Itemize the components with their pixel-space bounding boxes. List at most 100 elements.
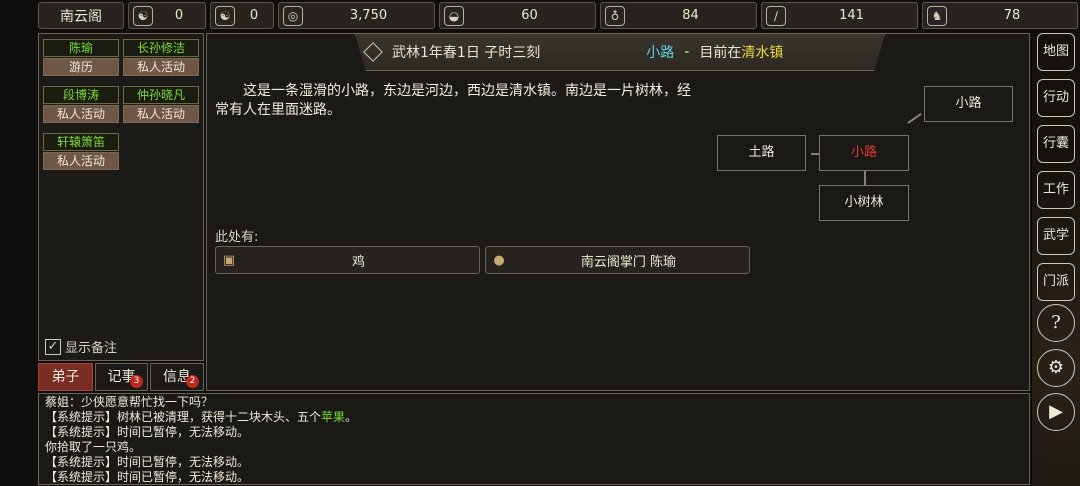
gourd-icon: ♁	[605, 5, 625, 26]
entity-person-button[interactable]: ● 南云阁掌门 陈瑜	[485, 246, 750, 274]
tab-events[interactable]: 记事 3	[95, 363, 148, 391]
action-button[interactable]: 行动	[1037, 79, 1075, 117]
resource-slot-medicine[interactable]: ♁ 84	[600, 2, 757, 29]
food-bowl-icon: ◒	[444, 5, 464, 26]
disciple-name: 陈瑜	[43, 39, 119, 57]
disciple-name: 长孙修洁	[123, 39, 199, 57]
sect-name-button[interactable]: 南云阁	[38, 2, 124, 29]
wood-log-icon: ∕	[766, 5, 786, 26]
martial-arts-button[interactable]: 武学	[1037, 217, 1075, 255]
entity-label: 南云阁掌门 陈瑜	[580, 254, 677, 270]
map-node-northeast[interactable]: 小路	[924, 86, 1013, 122]
beast-icon: ♞	[927, 5, 947, 26]
disciple-status: 私人活动	[123, 105, 199, 123]
show-notes-label: 显示备注	[65, 341, 118, 356]
action-icon: 行动	[1042, 90, 1069, 105]
coin-icon: ◎	[283, 5, 303, 26]
sect-icon: 门派	[1042, 274, 1069, 289]
current-prefix: 目前在	[699, 45, 742, 61]
map-node-current: 小路	[819, 135, 909, 171]
log-line: 【系统提示】树林已被清理，获得十二块木头、五个苹果。	[45, 410, 1023, 425]
disciple-panel: 陈瑜 游历 长孙修洁 私人活动 段博涛 私人活动 仲孙晓凡 私人活动 轩辕箫笛 …	[38, 33, 204, 361]
resource-value: 0	[174, 8, 184, 23]
message-log[interactable]: 蔡姐：少侠愿意帮忙找一下吗？ 【系统提示】树林已被清理，获得十二块木头、五个苹果…	[38, 393, 1030, 485]
disciple-card[interactable]: 陈瑜 游历	[43, 39, 119, 76]
log-highlight: 苹果	[321, 410, 346, 424]
disciple-status: 游历	[43, 58, 119, 76]
log-line: 你拾取了一只鸡。	[45, 440, 142, 454]
notification-badge: 3	[130, 375, 143, 388]
log-line: 【系统提示】时间已暂停，无法移动。	[45, 425, 250, 439]
entity-label: 鸡	[351, 254, 365, 270]
resource-slot-food[interactable]: ◒ 60	[439, 2, 596, 29]
disciple-card[interactable]: 轩辕箫笛 私人活动	[43, 133, 119, 170]
here-label: 此处有:	[215, 230, 259, 245]
scroll-emblem-icon: ☯	[133, 5, 153, 26]
item-box-icon: ▣	[222, 252, 236, 268]
sect-name: 南云阁	[60, 8, 102, 25]
resource-slot-wood[interactable]: ∕ 141	[761, 2, 918, 29]
disciple-status: 私人活动	[123, 58, 199, 76]
play-button[interactable]: ▶	[1037, 393, 1075, 431]
settings-gear-icon: ⚙	[1047, 357, 1065, 378]
map-icon: 地图	[1042, 44, 1069, 59]
location-name: 小路	[646, 45, 675, 61]
notification-badge: 2	[186, 375, 199, 388]
show-notes-toggle[interactable]: ✓ 显示备注	[45, 337, 117, 356]
work-button[interactable]: 工作	[1037, 171, 1075, 209]
log-line: 【系统提示】时间已暂停，无法移动。	[45, 455, 250, 469]
entity-item-button[interactable]: ▣ 鸡	[215, 246, 480, 274]
log-quest-line[interactable]: 蔡姐：少侠愿意帮忙找一下吗？	[45, 395, 1023, 410]
map-node-south[interactable]: 小树林	[819, 185, 909, 221]
martial-icon: 武学	[1042, 228, 1069, 243]
log-text: 。	[345, 410, 358, 424]
play-icon: ▶	[1049, 401, 1063, 422]
resource-value: 141	[839, 8, 864, 23]
resource-value: 78	[1003, 8, 1021, 23]
location-panel: 武林1年春1日 子时三刻 小路 - 目前在 清水镇 这是一条湿滑的小路，东边是河…	[206, 33, 1030, 391]
resource-slot-beast[interactable]: ♞ 78	[922, 2, 1078, 29]
tab-messages[interactable]: 信息 2	[150, 363, 204, 391]
disciple-status: 私人活动	[43, 152, 119, 170]
game-date: 武林1年春1日 子时三刻	[392, 45, 541, 61]
disciple-card[interactable]: 仲孙晓凡 私人活动	[123, 86, 199, 123]
disciple-card[interactable]: 长孙修洁 私人活动	[123, 39, 199, 76]
resource-value: 84	[682, 8, 699, 23]
bag-button[interactable]: 行囊	[1037, 125, 1075, 163]
location-description: 这是一条湿滑的小路，东边是河边，西边是清水镇。南边是一片树林，经常有人在里面迷路…	[215, 83, 691, 118]
disciple-name: 段博涛	[43, 86, 119, 104]
settings-button[interactable]: ⚙	[1037, 349, 1075, 387]
disciple-status: 私人活动	[43, 105, 119, 123]
log-line: 【系统提示】时间已暂停，无法移动。	[45, 470, 250, 484]
right-menu: 地图 行动 行囊 工作 武学 门派 ? ⚙ ▶	[1032, 33, 1080, 486]
map-connector	[864, 171, 866, 185]
town-name: 清水镇	[741, 45, 784, 61]
map-button[interactable]: 地图	[1037, 33, 1075, 71]
resource-value: 60	[521, 8, 538, 23]
work-icon: 工作	[1042, 182, 1069, 197]
resource-bar: 南云阁 ☯ 0 ☯ 0 ◎ 3,750 ◒ 60 ♁ 84 ∕ 141 ♞ 78	[0, 0, 1080, 32]
resource-slot-money[interactable]: ◎ 3,750	[278, 2, 435, 29]
yin-yang-icon: ☯	[215, 5, 235, 26]
sect-button[interactable]: 门派	[1037, 263, 1075, 301]
help-icon: ?	[1051, 312, 1061, 333]
disciple-name: 仲孙晓凡	[123, 86, 199, 104]
resource-slot-1[interactable]: ☯ 0	[128, 2, 206, 29]
disciple-card[interactable]: 段博涛 私人活动	[43, 86, 119, 123]
bag-icon: 行囊	[1042, 136, 1069, 151]
diamond-icon	[363, 42, 383, 62]
map-node-west[interactable]: 土路	[717, 135, 806, 171]
resource-slot-2[interactable]: ☯ 0	[210, 2, 274, 29]
map-connector	[811, 153, 819, 155]
person-icon: ●	[493, 252, 505, 268]
log-text: 【系统提示】树林已被清理，获得十二块木头、五个	[45, 410, 322, 424]
resource-value: 3,750	[349, 8, 388, 23]
tab-disciples[interactable]: 弟子	[38, 363, 93, 391]
resource-value: 0	[249, 8, 259, 23]
tab-label: 弟子	[51, 369, 80, 385]
disciple-name: 轩辕箫笛	[43, 133, 119, 151]
help-button[interactable]: ?	[1037, 304, 1075, 342]
checkmark-icon: ✓	[45, 338, 61, 355]
header-separator: -	[684, 44, 690, 60]
map-connector	[907, 113, 922, 124]
